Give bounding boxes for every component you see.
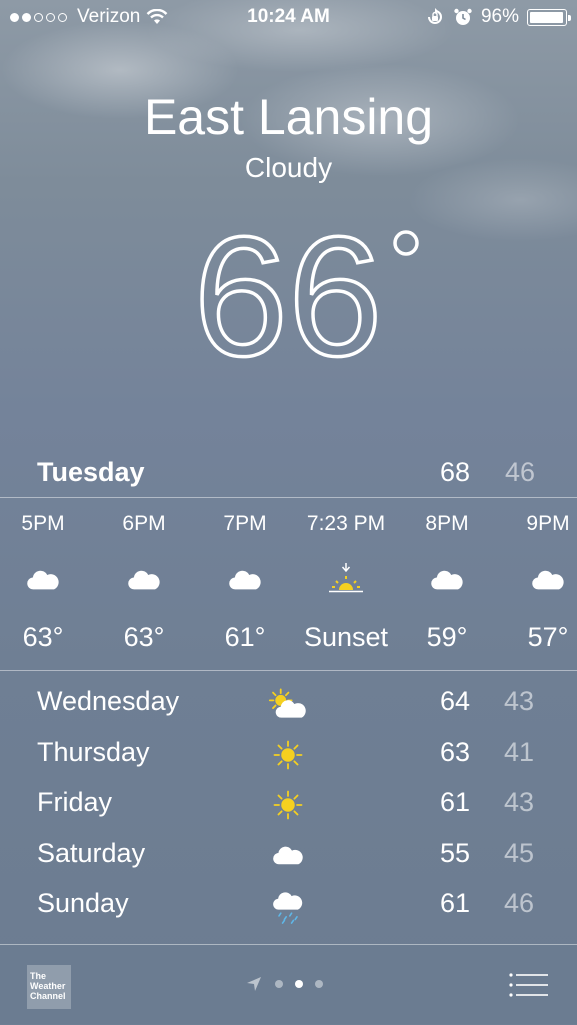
battery-icon (527, 8, 571, 26)
daily-row: Thursday 63 41 (0, 737, 577, 787)
day-high: 61 (440, 888, 471, 918)
city-name: East Lansing (143, 89, 434, 145)
cloud-icon (498, 560, 577, 600)
today-high: 68 (440, 457, 471, 487)
day-low: 43 (504, 686, 535, 716)
weather-channel-logo[interactable]: The Weather Channel (27, 965, 71, 1009)
cloud-icon (268, 836, 308, 876)
hour-time: 7:23 PM (306, 512, 386, 535)
day-low: 41 (504, 736, 535, 767)
day-high: 63 (440, 736, 471, 767)
hour-time: 7PM (223, 512, 267, 535)
svg-text:66: 66 (193, 205, 382, 370)
rain-icon (268, 886, 308, 926)
hourly-item: 8PM 59° (397, 512, 497, 653)
today-day: Tuesday (37, 457, 145, 487)
day-low: 46 (504, 888, 535, 918)
cloud-icon (0, 560, 93, 600)
day-low: 43 (504, 787, 535, 817)
cloud-icon (195, 560, 295, 600)
hour-time: 6PM (122, 512, 166, 535)
day-name: Friday (37, 787, 113, 817)
page-dot (315, 980, 323, 988)
daily-row: Saturday 55 45 (0, 838, 577, 888)
hourly-item: 6PM 63° (94, 512, 194, 653)
page-dot-active (295, 980, 303, 988)
current-condition: Cloudy (244, 152, 333, 183)
hour-time: 5PM (21, 512, 65, 535)
hourly-item: 7:23 PM Sunset (296, 512, 396, 653)
daily-forecast[interactable]: Wednesday 64 43 Thursday 63 41 Friday 61… (0, 686, 577, 944)
hour-temperature: 63° (123, 622, 165, 652)
hour-temperature: 61° (224, 622, 266, 652)
hour-temperature: 57° (527, 622, 569, 652)
sun-icon (268, 735, 308, 775)
bottom-toolbar: The Weather Channel (0, 944, 577, 1025)
day-name: Thursday (37, 736, 150, 767)
hour-time: 9PM (526, 512, 570, 535)
status-right: 96% (425, 6, 571, 28)
divider (0, 670, 577, 671)
current-temperature: 66 (0, 200, 577, 394)
hourly-item: 5PM 63° (0, 512, 93, 653)
page-dot (275, 980, 283, 988)
hour-time: 8PM (425, 512, 469, 535)
daily-row: Sunday 61 46 (0, 888, 577, 938)
hour-temperature: 63° (22, 622, 64, 652)
daily-row: Friday 61 43 (0, 787, 577, 837)
cloud-icon (94, 560, 194, 600)
divider (0, 497, 577, 498)
hourly-item: 9PM 57° (498, 512, 577, 653)
sun-icon (268, 785, 308, 825)
daily-row: Wednesday 64 43 (0, 686, 577, 736)
partly-cloudy-icon (268, 686, 308, 724)
battery-percent: 96% (480, 6, 519, 27)
day-high: 64 (440, 686, 471, 716)
day-high: 61 (440, 787, 471, 817)
page-indicator[interactable] (245, 975, 323, 993)
day-low: 45 (504, 837, 535, 868)
alarm-icon (454, 8, 472, 25)
rotation-lock-icon (427, 8, 442, 24)
day-name: Sunday (37, 888, 129, 918)
hourly-item: 7PM 61° (195, 512, 295, 653)
day-name: Saturday (37, 837, 146, 868)
hour-temperature: 59° (426, 622, 468, 652)
sunset-icon (296, 560, 396, 600)
hourly-forecast[interactable]: 5PM 63° 6PM 63° 7PM 61° 7:23 PM Sunset 8… (0, 512, 577, 662)
city-list-icon[interactable] (508, 972, 548, 998)
day-name: Wednesday (37, 686, 180, 716)
cloud-icon (397, 560, 497, 600)
location-arrow-icon (247, 977, 261, 991)
day-high: 55 (440, 837, 471, 868)
hour-temperature: Sunset (303, 622, 389, 652)
today-low: 46 (505, 457, 536, 487)
